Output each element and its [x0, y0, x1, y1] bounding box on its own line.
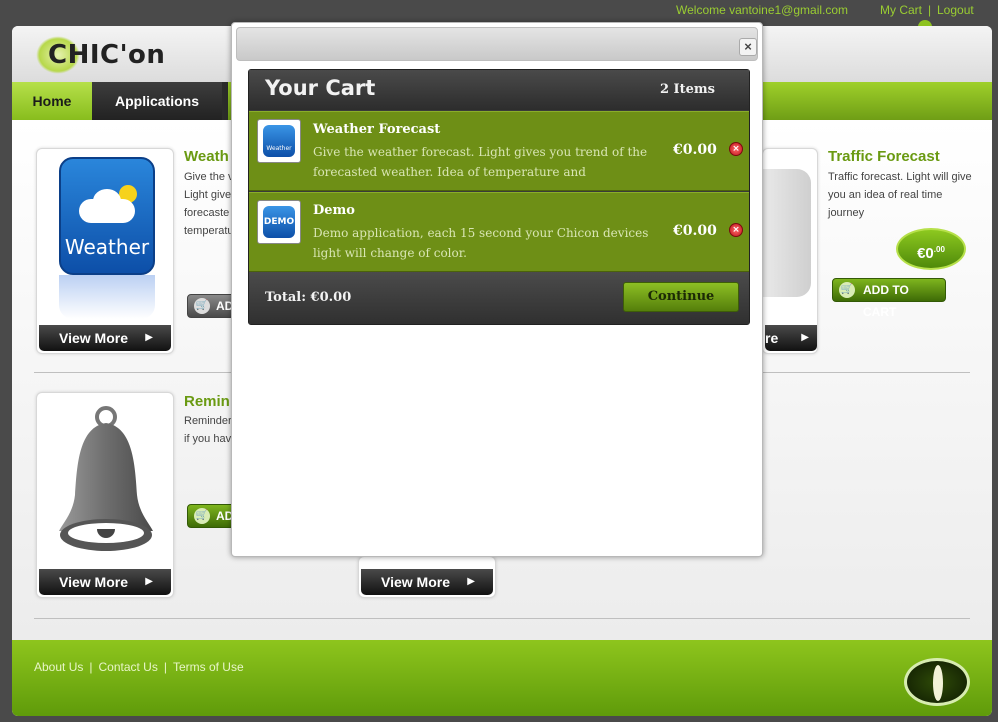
product-desc-reminder: Reminder if you hav [184, 415, 232, 445]
view-more-button[interactable]: View More ▶ [39, 569, 171, 595]
cart-total: Total: €0.00 [265, 290, 352, 305]
play-arrow-icon: ▶ [467, 576, 475, 587]
traffic-app-icon [763, 169, 811, 297]
product-card-weather[interactable]: Weather View More ▶ [36, 148, 174, 354]
item-price: €0.00 [673, 142, 717, 158]
footer-link-about[interactable]: About Us [34, 660, 83, 674]
view-more-label: re [765, 330, 779, 346]
product-title-weather[interactable]: Weath [184, 148, 229, 165]
view-more-button[interactable]: re ▶ [765, 325, 817, 351]
item-description: Demo application, each 15 second your Ch… [313, 226, 649, 260]
item-description: Give the weather forecast. Light gives y… [313, 145, 648, 179]
section-divider [34, 618, 970, 619]
item-price: €0.00 [673, 223, 717, 239]
price-badge-traffic: €0.00 [896, 228, 966, 270]
cart-item-count: 2 Items [659, 82, 715, 97]
view-more-button[interactable]: View More ▶ [361, 569, 493, 595]
add-to-cart-button-reminder[interactable]: 🛒 AD [187, 504, 235, 528]
add-to-cart-button-traffic[interactable]: 🛒 ADD TO CART [832, 278, 946, 319]
price-value: €0 [917, 245, 934, 262]
icon-reflection [59, 275, 155, 319]
remove-item-icon[interactable]: × [729, 142, 743, 156]
weather-app-icon: Weather [59, 157, 155, 275]
site-footer: About Us | Contact Us | Terms of Use [12, 640, 992, 716]
logout-link[interactable]: Logout [937, 3, 974, 17]
cart-icon: 🛒 [839, 282, 855, 298]
close-icon[interactable]: × [739, 38, 757, 56]
topbar-separator: | [928, 3, 932, 17]
my-cart-link[interactable]: My Cart [880, 3, 922, 17]
view-more-label: View More [59, 574, 128, 590]
nav-home[interactable]: Home [12, 82, 92, 120]
play-arrow-icon: ▶ [801, 332, 809, 343]
footer-separator: | [89, 660, 93, 674]
cart-title: Your Cart [265, 76, 376, 100]
item-name: Demo [313, 203, 355, 218]
top-bar: Welcome vantoine1@gmail.com My Cart | Lo… [0, 0, 998, 44]
demo-thumb-icon: DEMO [263, 206, 295, 238]
product-card-hidden[interactable]: View More ▶ [358, 556, 496, 598]
cart-modal: × Your Cart 2 Items Weather Weather Fore… [231, 22, 763, 557]
play-arrow-icon: ▶ [145, 332, 153, 343]
item-name: Weather Forecast [313, 122, 441, 137]
view-more-label: View More [381, 574, 450, 590]
cart-header: Your Cart 2 Items [249, 70, 749, 110]
product-desc-weather: Give the v Light give forecaste temperat… [184, 171, 234, 237]
weather-icon-label: Weather [64, 235, 150, 259]
item-thumbnail: DEMO [257, 200, 301, 244]
product-title-reminder[interactable]: Remin [184, 393, 230, 410]
cart-panel: Your Cart 2 Items Weather Weather Foreca… [248, 69, 750, 325]
footer-logo-icon [904, 658, 970, 706]
cart-item: Weather Weather Forecast Give the weathe… [249, 111, 749, 191]
play-arrow-icon: ▶ [145, 576, 153, 587]
modal-title-bar: × [236, 27, 758, 61]
product-card-reminder[interactable]: View More ▶ [36, 392, 174, 598]
view-more-button[interactable]: View More ▶ [39, 325, 171, 351]
continue-button[interactable]: Continue [623, 282, 739, 312]
footer-links: About Us | Contact Us | Terms of Use [34, 660, 244, 674]
product-desc-traffic: Traffic forecast. Light will give you an… [828, 171, 972, 219]
footer-link-contact[interactable]: Contact Us [98, 660, 157, 674]
footer-separator: | [163, 660, 167, 674]
welcome-text: Welcome vantoine1@gmail.com [676, 3, 849, 17]
site-logo[interactable]: CHIC'on [36, 36, 176, 74]
product-title-traffic[interactable]: Traffic Forecast [828, 148, 940, 165]
nav-divider [222, 82, 228, 120]
price-cents: .00 [933, 245, 945, 254]
item-thumbnail: Weather [257, 119, 301, 163]
logo-text: CHIC'on [48, 40, 166, 70]
bell-icon [59, 406, 153, 551]
remove-item-icon[interactable]: × [729, 223, 743, 237]
cart-icon: 🛒 [194, 508, 210, 524]
cloud-base-icon [79, 199, 135, 223]
cart-footer: Total: €0.00 Continue [249, 272, 749, 324]
cart-icon: 🛒 [194, 298, 210, 314]
product-card-traffic[interactable]: re ▶ [762, 148, 818, 354]
weather-thumb-icon: Weather [263, 125, 295, 157]
footer-link-terms[interactable]: Terms of Use [173, 660, 244, 674]
nav-applications[interactable]: Applications [92, 82, 222, 120]
view-more-label: View More [59, 330, 128, 346]
cart-item: DEMO Demo Demo application, each 15 seco… [249, 192, 749, 272]
add-to-cart-button-weather[interactable]: 🛒 ADD [187, 294, 242, 318]
